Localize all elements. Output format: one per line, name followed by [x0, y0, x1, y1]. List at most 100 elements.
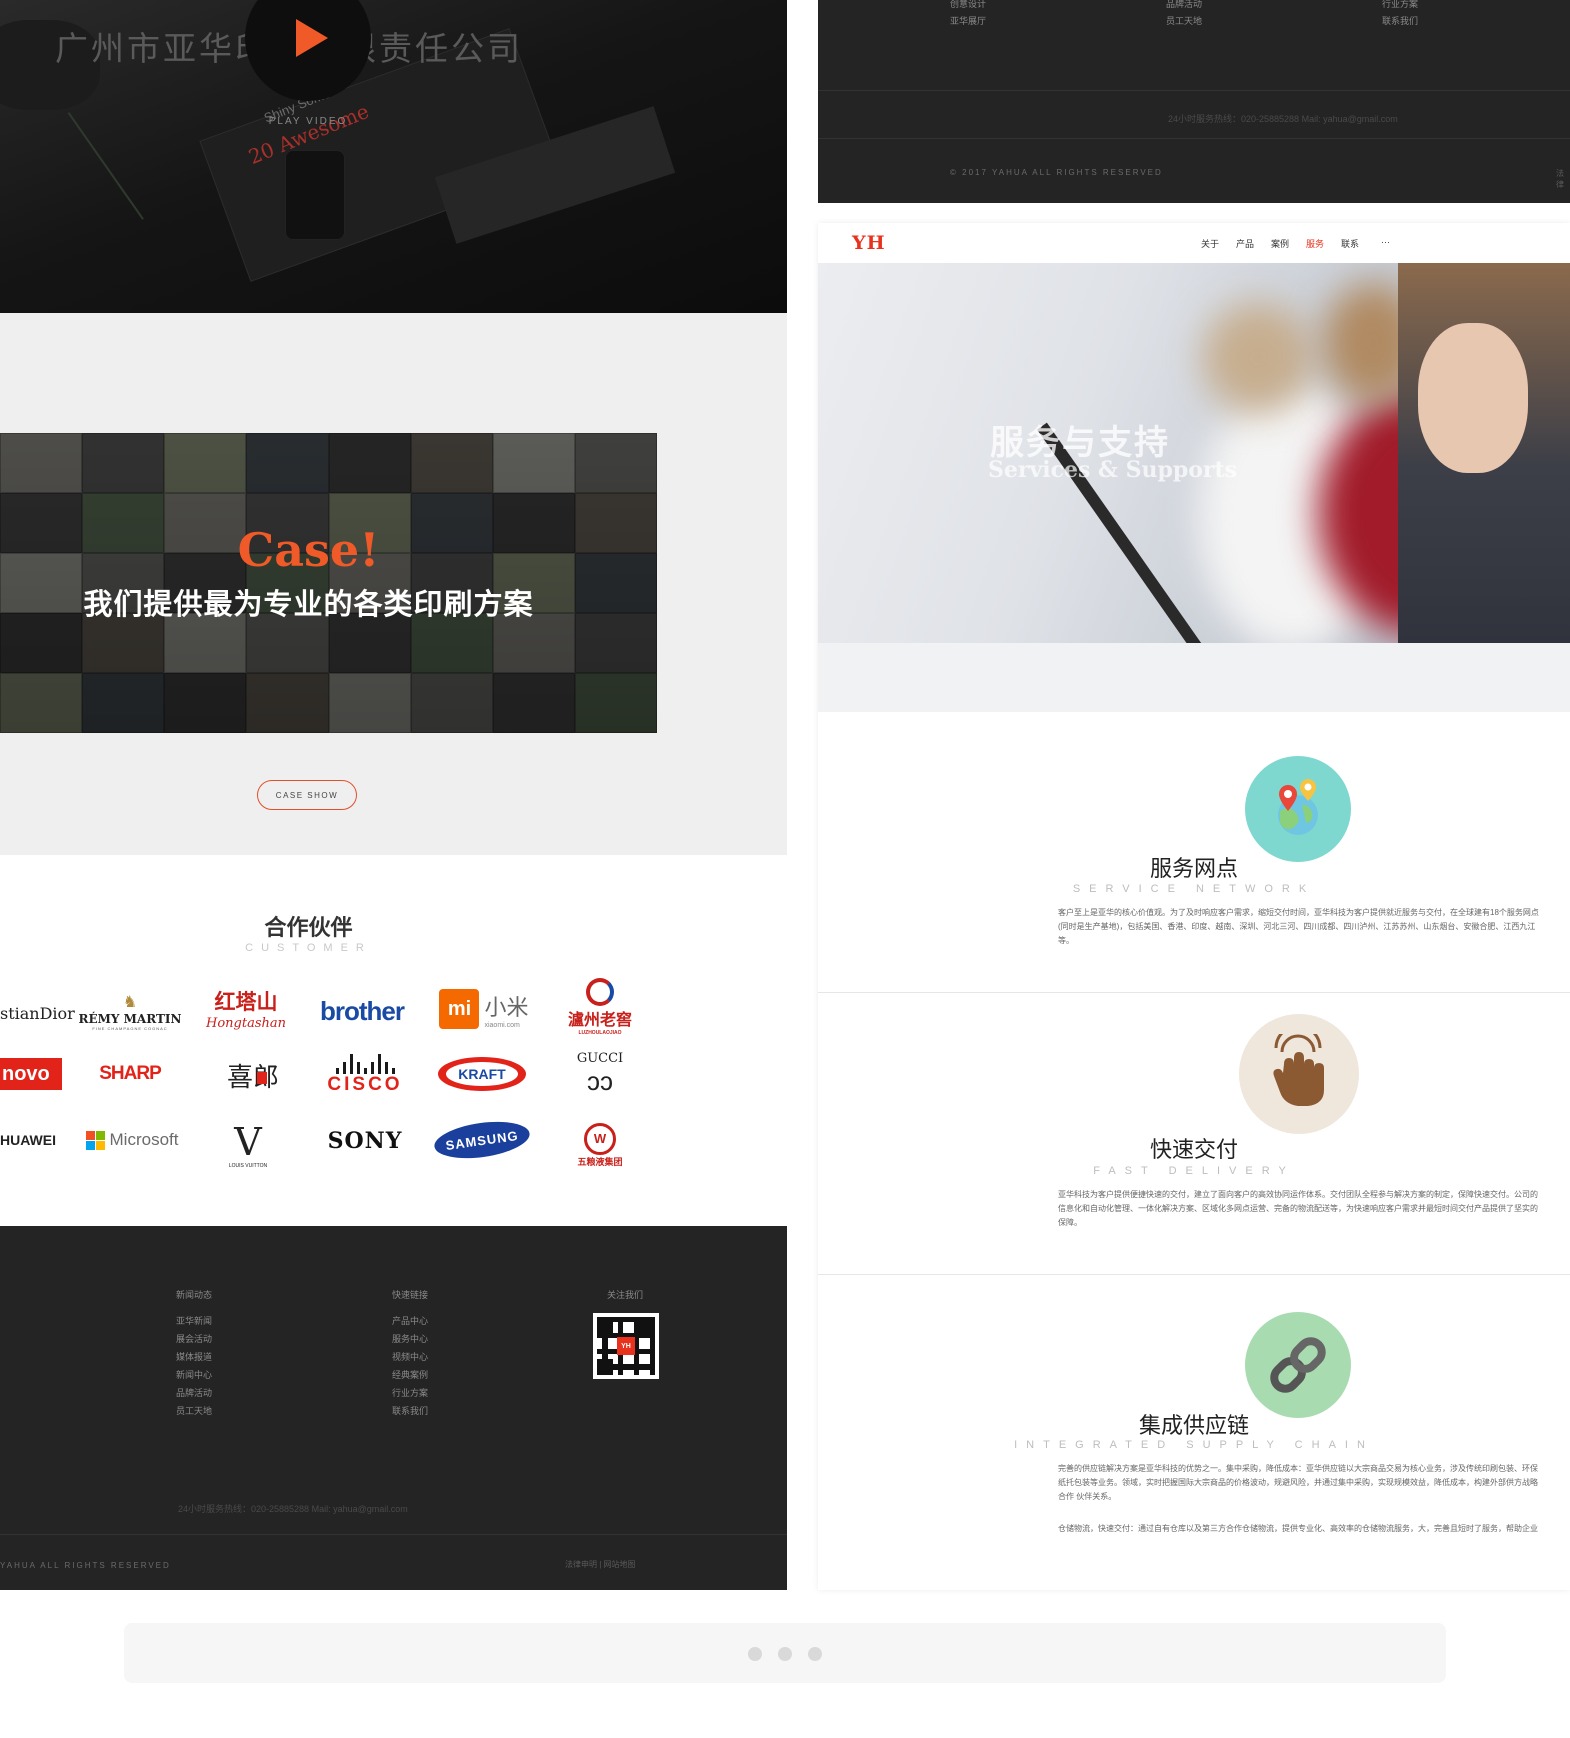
- case-photo-tile: [328, 673, 411, 733]
- footer-link[interactable]: 新闻中心: [176, 1368, 212, 1381]
- qr-logo-mark: YH: [617, 1337, 635, 1355]
- partners-subtitle: CUSTOMER: [245, 942, 372, 954]
- case-photo-tile: [410, 553, 493, 613]
- service-title: 快速交付: [1149, 1137, 1238, 1162]
- right-footer-top: 创意设计 亚华展厅 品牌活动 员工天地 行业方案 联系我们 24小时服务热线：0…: [818, 0, 1570, 203]
- nav-item-cases[interactable]: 案例: [1271, 237, 1289, 250]
- footer-link[interactable]: 产品中心: [392, 1314, 428, 1327]
- footer-divider: [0, 1534, 787, 1535]
- wuliangye-emblem-icon: W: [584, 1122, 616, 1155]
- case-photo-tile: [246, 613, 329, 673]
- nav-item-about[interactable]: 关于: [1201, 237, 1219, 250]
- logo-samsung-text: SAMSUNG: [444, 1127, 520, 1153]
- footer-legal-links[interactable]: 法律申明 | 网站地图: [565, 1559, 636, 1570]
- case-photo-tile: [0, 553, 83, 613]
- case-photo-tile: [246, 433, 329, 493]
- carousel-pager: [124, 1623, 1446, 1683]
- logo-huawei-text: HUAWEI: [0, 1132, 56, 1148]
- logo-remy-text: RÉMY MARTIN: [78, 1011, 182, 1026]
- logo-dior: stianDior: [0, 993, 75, 1033]
- service-description: 完善的供应链解决方案是亚华科技的优势之一。集中采购，降低成本：亚华供应链以大宗商…: [1058, 1464, 1538, 1501]
- service-subtitle: SERVICE NETWORK: [1072, 883, 1316, 895]
- footer-link[interactable]: 品牌活动: [176, 1386, 212, 1399]
- case-photo-tile: [246, 673, 329, 733]
- services-hero: 服务与支持 Services & Supports: [818, 263, 1570, 712]
- footer-link[interactable]: 媒体报道: [176, 1350, 212, 1363]
- left-page-preview: Shiny Some 20 Awesome 广州市亚华印刷有限责任公司 PLAY…: [0, 0, 787, 1590]
- logo-lenovo-text: novo: [2, 1062, 50, 1085]
- footer-link[interactable]: 创意设计: [950, 0, 986, 10]
- footer-link[interactable]: 亚华展厅: [950, 14, 986, 27]
- footer-link[interactable]: 员工天地: [176, 1404, 212, 1417]
- logo-remy-martin: ♞ RÉMY MARTIN FINE CHAMPAGNE COGNAC: [78, 983, 182, 1039]
- remy-centaur-icon: ♞: [122, 993, 138, 1011]
- logo-brother-text: brother: [320, 995, 405, 1026]
- case-photo-tile: [0, 493, 83, 553]
- nav-item-products[interactable]: 产品: [1236, 237, 1254, 250]
- brand-logo[interactable]: YH: [852, 232, 886, 254]
- logo-luzhou-laojiao: 瀘州老窖 LUZHOULAOJIAO: [560, 977, 640, 1037]
- service-subtitle: INTEGRATED SUPPLY CHAIN: [1014, 1439, 1374, 1451]
- logo-gucci-text: GUCCI: [576, 1050, 624, 1066]
- case-photo-tile: [164, 673, 247, 733]
- luzhou-emblem-icon: [586, 978, 614, 1006]
- footer-link[interactable]: 经典案例: [392, 1368, 428, 1381]
- gucci-gg-icon: ↄↄ: [587, 1065, 613, 1096]
- case-photo-tile: [164, 613, 247, 673]
- footer-copyright: © 2017 YAHUA ALL RIGHTS RESERVED: [950, 168, 1163, 177]
- case-photo-tile: [492, 673, 575, 733]
- footer-link[interactable]: 员工天地: [1166, 14, 1202, 27]
- case-photo-tile: [246, 553, 329, 613]
- footer-link[interactable]: 亚华新闻: [176, 1314, 212, 1327]
- footer-link[interactable]: 服务中心: [392, 1332, 428, 1345]
- left-footer: 新闻动态 亚华新闻 展会活动 媒体报道 新闻中心 品牌活动 员工天地 快速链接 …: [0, 1226, 787, 1590]
- case-photo-tile: [82, 493, 165, 553]
- footer-legal-link[interactable]: 法律: [1556, 168, 1570, 190]
- logo-louis-vuitton: V LOUIS VUITTON: [212, 1115, 284, 1175]
- footer-link[interactable]: 品牌活动: [1166, 0, 1202, 10]
- service-description: 客户至上是亚华的核心价值观。为了及时响应客户需求，缩短交付时间，亚华科技为客户提…: [1058, 908, 1539, 945]
- footer-hotline: 24小时服务热线：020-25885288 Mail: yahua@gmail.…: [1168, 114, 1398, 124]
- service-network-block: 服务网点 SERVICE NETWORK 客户至上是亚华的核心价值观。为了及时响…: [818, 712, 1570, 993]
- case-show-button[interactable]: CASE SHOW: [257, 780, 357, 810]
- case-photo-tile: [164, 553, 247, 613]
- nav-more-button[interactable]: ···: [1381, 237, 1390, 247]
- case-photo-tile: [246, 493, 329, 553]
- pager-dot[interactable]: [778, 1647, 792, 1661]
- service-title: 服务网点: [1149, 856, 1238, 881]
- pager-dot[interactable]: [748, 1647, 762, 1661]
- pager-dot[interactable]: [808, 1647, 822, 1661]
- footer-link[interactable]: 联系我们: [392, 1404, 428, 1417]
- logo-remy-sub: FINE CHAMPAGNE COGNAC: [92, 1025, 168, 1031]
- case-photo-tile: [574, 613, 657, 673]
- footer-link[interactable]: 视频中心: [392, 1350, 428, 1363]
- footer-copyright: YAHUA ALL RIGHTS RESERVED: [0, 1561, 171, 1570]
- nav-item-contact[interactable]: 联系: [1341, 237, 1359, 250]
- logo-microsoft: Microsoft: [80, 1123, 184, 1157]
- logo-hongtashan-sub: Hongtashan: [206, 1015, 286, 1031]
- footer-link[interactable]: 展会活动: [176, 1332, 212, 1345]
- play-video-label: PLAY VIDEO: [268, 116, 348, 127]
- footer-hotline: 24小时服务热线：020-25885288 Mail: yahua@gmail.…: [178, 1504, 408, 1514]
- footer-link[interactable]: 行业方案: [392, 1386, 428, 1399]
- logo-hongtashan-text: 红塔山: [214, 988, 278, 1014]
- logo-microsoft-text: Microsoft: [109, 1130, 179, 1149]
- footer-link[interactable]: 联系我们: [1382, 14, 1418, 27]
- case-photo-tile: [328, 493, 411, 553]
- nav-item-services[interactable]: 服务: [1306, 237, 1324, 250]
- logo-brother: brother: [312, 989, 412, 1033]
- services-page-preview: YH 关于 产品 案例 服务 联系 ··· 服务与支持 Services & S…: [818, 223, 1570, 1590]
- footer-link[interactable]: 行业方案: [1382, 0, 1418, 10]
- logo-xiaomi-cn: 小米: [484, 994, 529, 1020]
- case-photo-tile: [164, 493, 247, 553]
- xiaomi-mi-icon: mi: [439, 989, 480, 1029]
- logo-sharp-text: SHARP: [99, 1063, 162, 1084]
- logo-wuliangye-text: 五粮液集团: [577, 1156, 623, 1167]
- case-photo-tile: [410, 613, 493, 673]
- logo-cisco-text: CISCO: [327, 1074, 403, 1095]
- logo-lenovo: novo: [0, 1058, 62, 1090]
- logo-luzhou-text: 瀘州老窖: [567, 1010, 632, 1029]
- case-photo-tile: [82, 613, 165, 673]
- case-banner: [0, 433, 657, 733]
- hero-subtitle: Services & Supports: [988, 457, 1238, 483]
